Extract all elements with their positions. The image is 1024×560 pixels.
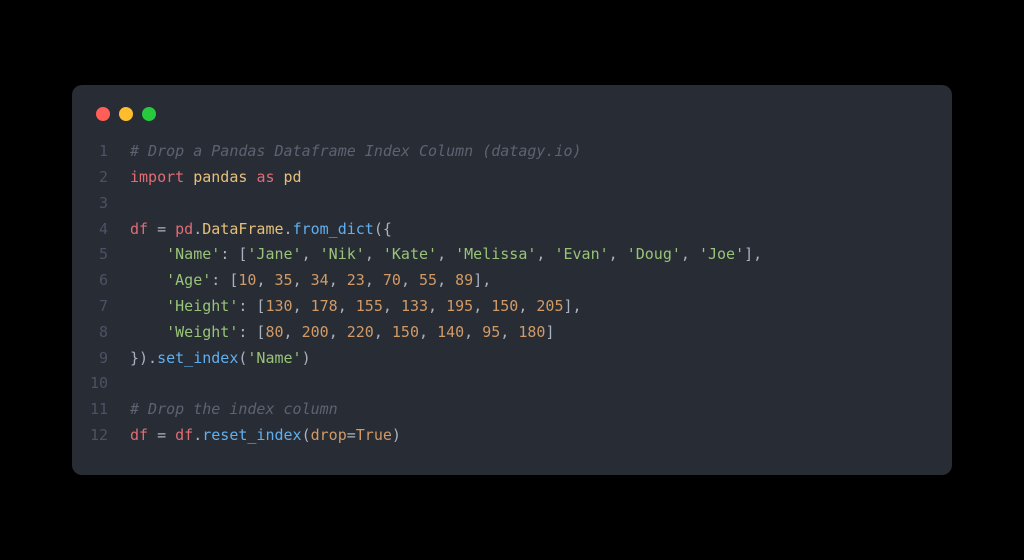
code-line: 12df = df.reset_index(drop=True) bbox=[72, 423, 952, 449]
line-content: df = df.reset_index(drop=True) bbox=[130, 423, 401, 449]
code-editor[interactable]: 1# Drop a Pandas Dataframe Index Column … bbox=[72, 139, 952, 449]
window-titlebar bbox=[72, 107, 952, 139]
code-line: 3 bbox=[72, 191, 952, 217]
code-line: 6 'Age': [10, 35, 34, 23, 70, 55, 89], bbox=[72, 268, 952, 294]
line-number: 10 bbox=[72, 371, 130, 397]
line-number: 3 bbox=[72, 191, 130, 217]
code-line: 9}).set_index('Name') bbox=[72, 346, 952, 372]
code-line: 8 'Weight': [80, 200, 220, 150, 140, 95,… bbox=[72, 320, 952, 346]
line-number: 8 bbox=[72, 320, 130, 346]
code-line: 5 'Name': ['Jane', 'Nik', 'Kate', 'Melis… bbox=[72, 242, 952, 268]
line-content: 'Weight': [80, 200, 220, 150, 140, 95, 1… bbox=[130, 320, 554, 346]
maximize-icon[interactable] bbox=[142, 107, 156, 121]
line-number: 2 bbox=[72, 165, 130, 191]
code-line: 7 'Height': [130, 178, 155, 133, 195, 15… bbox=[72, 294, 952, 320]
line-number: 7 bbox=[72, 294, 130, 320]
line-content: df = pd.DataFrame.from_dict({ bbox=[130, 217, 392, 243]
line-content: # Drop a Pandas Dataframe Index Column (… bbox=[130, 139, 582, 165]
line-number: 1 bbox=[72, 139, 130, 165]
code-window: 1# Drop a Pandas Dataframe Index Column … bbox=[72, 85, 952, 475]
line-number: 11 bbox=[72, 397, 130, 423]
line-content: 'Height': [130, 178, 155, 133, 195, 150,… bbox=[130, 294, 582, 320]
line-number: 5 bbox=[72, 242, 130, 268]
code-line: 1# Drop a Pandas Dataframe Index Column … bbox=[72, 139, 952, 165]
line-number: 9 bbox=[72, 346, 130, 372]
code-line: 10 bbox=[72, 371, 952, 397]
line-content: }).set_index('Name') bbox=[130, 346, 311, 372]
line-content: import pandas as pd bbox=[130, 165, 302, 191]
minimize-icon[interactable] bbox=[119, 107, 133, 121]
code-line: 11# Drop the index column bbox=[72, 397, 952, 423]
line-content: 'Name': ['Jane', 'Nik', 'Kate', 'Melissa… bbox=[130, 242, 762, 268]
line-content: 'Age': [10, 35, 34, 23, 70, 55, 89], bbox=[130, 268, 491, 294]
code-line: 4df = pd.DataFrame.from_dict({ bbox=[72, 217, 952, 243]
line-content: # Drop the index column bbox=[130, 397, 338, 423]
line-number: 4 bbox=[72, 217, 130, 243]
line-number: 12 bbox=[72, 423, 130, 449]
close-icon[interactable] bbox=[96, 107, 110, 121]
code-line: 2import pandas as pd bbox=[72, 165, 952, 191]
line-number: 6 bbox=[72, 268, 130, 294]
